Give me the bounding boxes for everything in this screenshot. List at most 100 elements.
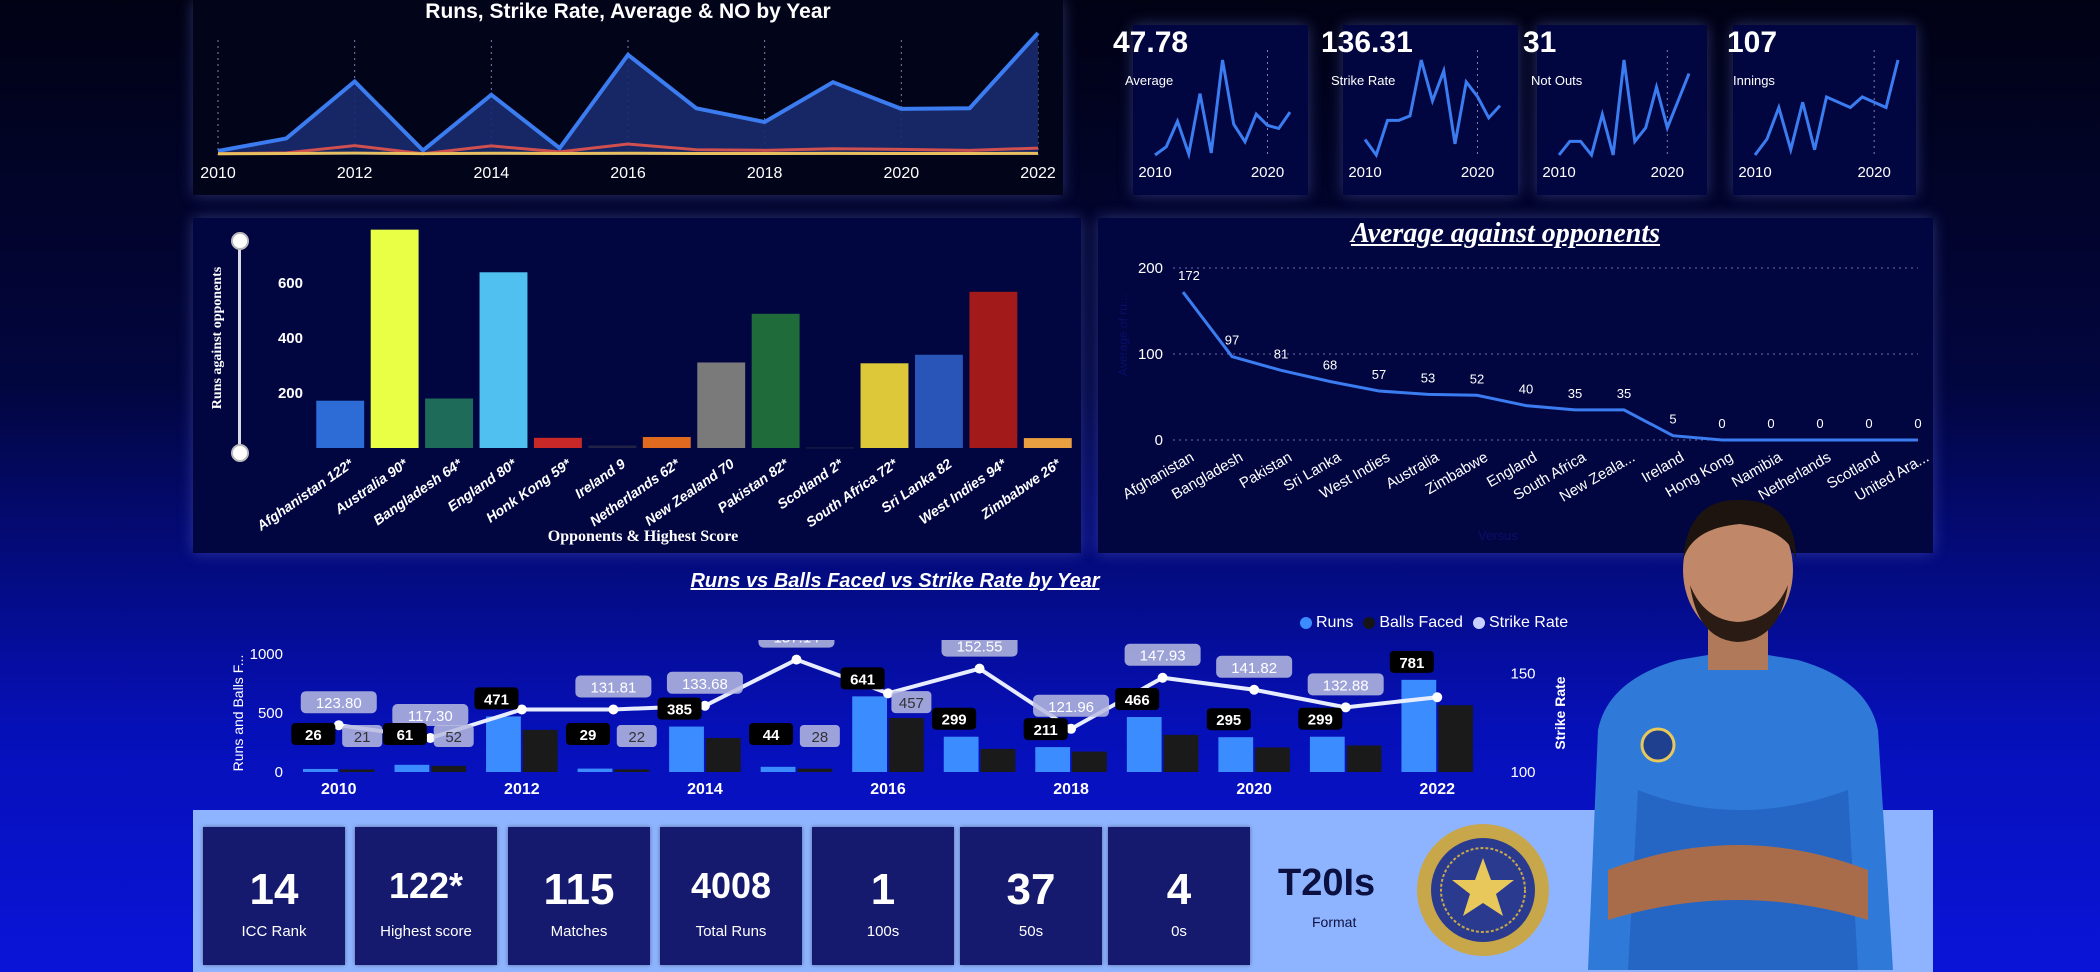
avg-data-label: 0	[1718, 416, 1725, 431]
sr-data-label: 117.30	[408, 708, 453, 725]
avg-y-tick: 0	[1155, 432, 1163, 449]
combo-left-axis-label: Runs and Balls F...	[230, 655, 246, 772]
opponent-x-tick: New Zealand 70	[642, 455, 737, 528]
combo-x-tick: 2010	[321, 781, 357, 798]
legend-runs-label: Runs	[1316, 614, 1354, 631]
top-chart-panel: Runs, Strike Rate, Average & NO by Year …	[193, 0, 1063, 195]
opponents-bar-chart: 200400600Afghanistan 122*Australia 90*Ba…	[253, 229, 1072, 534]
opponent-bar	[860, 363, 909, 448]
mini-card-not-outs: 31 Not Outs 2010 2020	[1523, 25, 1707, 195]
format-label: Format	[1312, 914, 1357, 930]
opponents-y-tick: 600	[278, 275, 303, 292]
kpi-label: Total Runs	[695, 923, 767, 940]
runs-data-label: 299	[942, 712, 967, 729]
strike-rate-point	[974, 663, 985, 674]
mini-sparkline: 2010 2020	[1348, 50, 1502, 181]
legend-sr: Strike Rate	[1472, 614, 1568, 632]
runs-data-label: 295	[1216, 712, 1241, 729]
strike-rate-point	[1432, 692, 1443, 703]
runs-data-label: 781	[1399, 655, 1424, 672]
opponents-y-tick: 200	[278, 385, 303, 402]
runs-bar	[1126, 717, 1162, 772]
opponent-bar	[425, 398, 474, 448]
player-jersey-badge	[1640, 727, 1676, 763]
kpi-card-50s: 37 50s	[960, 827, 1102, 965]
avg-y-tick: 100	[1138, 346, 1163, 363]
runs-bar	[1309, 736, 1345, 772]
mini-line	[1753, 59, 1900, 156]
opponents-y-tick: 400	[278, 330, 303, 347]
mini-x-tick: 2020	[1461, 164, 1494, 181]
kpi-label: 100s	[866, 923, 900, 940]
top-chart-x-tick: 2020	[884, 165, 920, 182]
combo-left-tick: 1000	[250, 646, 283, 663]
top-chart-x-tick: 2022	[1020, 165, 1056, 182]
avg-line-xlabel: Versus	[1478, 528, 1518, 543]
range-slider[interactable]	[229, 232, 249, 462]
sr-data-label: 131.81	[590, 679, 636, 696]
sr-data-label: 123.80	[316, 695, 362, 712]
runs-bar	[486, 716, 521, 772]
avg-line	[1181, 291, 1918, 442]
runs-bar	[852, 696, 887, 772]
opponent-bar	[969, 291, 1018, 448]
mini-sparkline: 2010 2020	[1138, 50, 1292, 181]
kpi-value: 37	[1006, 865, 1056, 914]
avg-data-label: 0	[1914, 416, 1921, 431]
sr-data-label: 141.82	[1231, 660, 1277, 677]
sr-data-label: 132.88	[1323, 677, 1369, 694]
runs-bar	[1401, 679, 1437, 772]
mini-x-tick: 2010	[1738, 164, 1771, 181]
opponents-bar-panel: 200 400 600 Afghanistan 122* Australia 90* Ba…	[193, 218, 1081, 553]
mini-card-average: 47.78 Average 2010 2020	[1113, 25, 1308, 195]
slider-handle-top[interactable]	[231, 232, 249, 250]
opponent-bar	[806, 447, 855, 449]
combo-x-tick: 2014	[687, 781, 723, 798]
mini-line	[1557, 59, 1691, 159]
opponent-bar	[914, 354, 963, 448]
opponent-bar	[697, 362, 746, 448]
legend-balls-dot	[1363, 617, 1376, 629]
opponents-xlabel: Opponents & Highest Score	[547, 528, 739, 545]
kpi-label: Highest score	[380, 923, 472, 940]
runs-bar	[669, 726, 704, 772]
kpi-label: 0s	[1171, 923, 1187, 940]
sr-data-label: 157.14	[774, 640, 820, 647]
runs-data-label: 299	[1308, 712, 1333, 729]
sr-data-label: 147.93	[1140, 648, 1186, 665]
avg-data-label: 35	[1568, 386, 1582, 401]
runs-data-label: 466	[1125, 692, 1150, 709]
opponent-bar	[642, 437, 691, 448]
kpi-value: 14	[249, 865, 299, 914]
runs-bar	[760, 766, 796, 772]
avg-data-label: 53	[1421, 370, 1435, 385]
runs-data-label: 29	[580, 727, 597, 744]
top-chart-x-tick: 2018	[747, 165, 783, 182]
kpi-value: 115	[543, 865, 615, 914]
strike-rate-point	[791, 654, 802, 665]
strike-rate-point	[1157, 672, 1168, 683]
combo-left-tick: 0	[275, 764, 283, 781]
sr-data-label: 121.96	[1048, 699, 1094, 716]
slider-handle-bottom[interactable]	[231, 444, 249, 462]
mini-card-innings: 107 Innings 2010 2020	[1727, 25, 1916, 195]
kpi-card-highest-score: 122* Highest score	[355, 827, 497, 965]
mini-sparkline: 2010 2020	[1738, 50, 1900, 181]
runs-bar	[577, 768, 613, 772]
balls-bar	[1255, 747, 1290, 772]
average-series-line	[217, 151, 1039, 156]
opponent-x-tick: South Africa 72*	[803, 455, 901, 530]
balls-data-label: 22	[628, 729, 645, 746]
combo-right-axis-label: Strike Rate	[1552, 676, 1568, 749]
legend-runs: Runs	[1300, 614, 1353, 632]
avg-data-label: 81	[1274, 346, 1288, 361]
avg-data-label: 0	[1816, 416, 1823, 431]
balls-data-label: 21	[354, 729, 371, 746]
top-chart-x-tick: 2016	[610, 165, 646, 182]
runs-bar	[943, 736, 979, 772]
combo-left-tick: 500	[258, 705, 283, 722]
balls-bar	[1163, 734, 1199, 772]
legend-balls-label: Balls Faced	[1379, 614, 1463, 631]
avg-data-label: 35	[1617, 386, 1631, 401]
cricket-board-emblem	[1417, 824, 1549, 956]
